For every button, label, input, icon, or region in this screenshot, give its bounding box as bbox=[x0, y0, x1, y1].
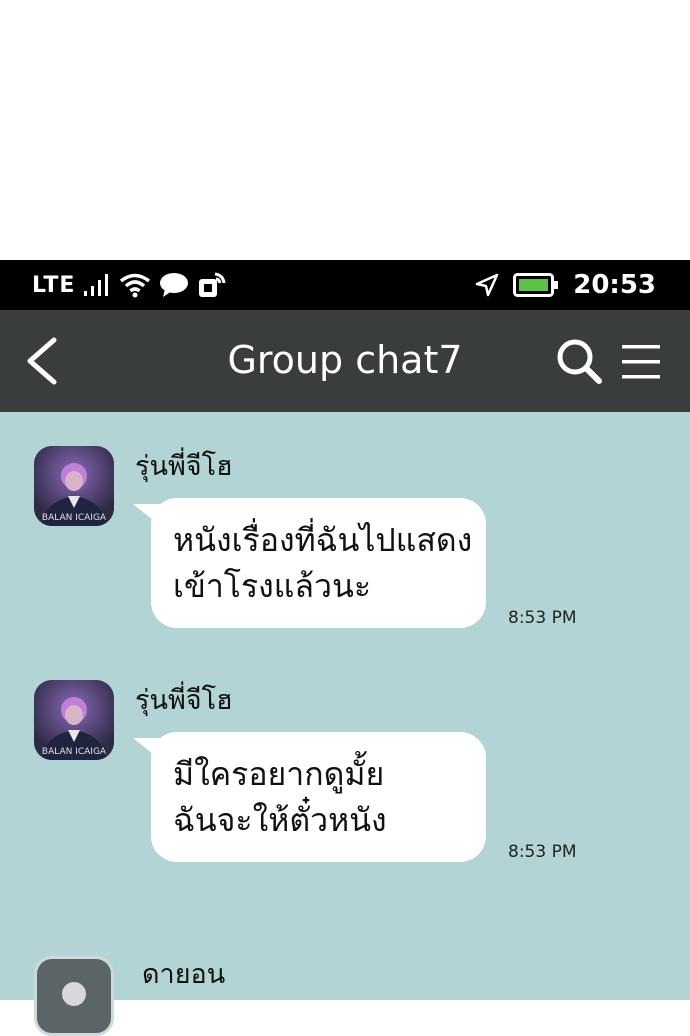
avatar-image: BALAN ICAIGA bbox=[34, 680, 114, 760]
status-bar: LTE 20:53 bbox=[0, 260, 690, 310]
bubble-tail bbox=[133, 738, 163, 762]
menu-icon[interactable] bbox=[620, 342, 662, 382]
sender-name: รุ่นพี่จีโฮ bbox=[135, 685, 233, 716]
message-timestamp: 8:53 PM bbox=[508, 608, 577, 628]
message-text-line: ฉันจะให้ตั๋วหนัง bbox=[173, 801, 387, 839]
chat-notification-icon bbox=[160, 273, 189, 297]
chat-header: Group chat7 bbox=[0, 310, 690, 412]
battery-icon bbox=[513, 273, 559, 297]
svg-text:BALAN ICAIGA: BALAN ICAIGA bbox=[42, 513, 107, 523]
avatar[interactable]: BALAN ICAIGA bbox=[34, 680, 114, 760]
bubble-tail bbox=[133, 504, 163, 528]
signal-icon bbox=[84, 274, 109, 296]
message-bubble[interactable]: มีใครอยากดูมั้ย ฉันจะให้ตั๋วหนัง bbox=[151, 732, 486, 862]
status-left: LTE bbox=[32, 260, 227, 310]
sender-name: รุ่นพี่จีโฮ bbox=[135, 451, 233, 482]
svg-text:BALAN ICAIGA: BALAN ICAIGA bbox=[42, 747, 107, 757]
network-label: LTE bbox=[32, 272, 76, 298]
message-text-line: มีใครอยากดูมั้ย bbox=[173, 755, 385, 793]
app-notification-icon bbox=[199, 272, 226, 297]
status-right: 20:53 bbox=[475, 260, 656, 310]
message-text-line: เข้าโรงแล้วนะ bbox=[173, 567, 372, 605]
default-avatar-icon bbox=[62, 982, 86, 1006]
wifi-icon bbox=[120, 273, 151, 298]
avatar[interactable]: BALAN ICAIGA bbox=[34, 446, 114, 526]
message-timestamp: 8:53 PM bbox=[508, 842, 577, 862]
location-icon bbox=[475, 273, 499, 297]
message-bubble[interactable]: หนังเรื่องที่ฉันไปแสดง เข้าโรงแล้วนะ bbox=[151, 498, 486, 628]
status-time: 20:53 bbox=[573, 270, 656, 300]
search-icon[interactable] bbox=[556, 338, 602, 384]
avatar[interactable] bbox=[34, 956, 114, 1036]
sender-name: ดายอน bbox=[142, 959, 226, 990]
chat-messages-area[interactable]: BALAN ICAIGA รุ่นพี่จีโฮ หนังเรื่องที่ฉั… bbox=[0, 412, 690, 1036]
back-arrow-icon[interactable] bbox=[20, 336, 64, 386]
message-text-line: หนังเรื่องที่ฉันไปแสดง bbox=[173, 521, 473, 559]
avatar-image: BALAN ICAIGA bbox=[34, 446, 114, 526]
top-blank-area bbox=[0, 0, 690, 260]
